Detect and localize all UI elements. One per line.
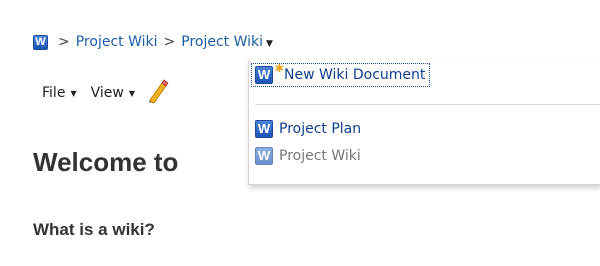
menu-divider <box>255 104 600 105</box>
chevron-down-icon: ▼ <box>266 39 273 49</box>
file-menu-label: File <box>42 85 66 101</box>
new-wiki-document-label: New Wiki Document <box>284 67 426 83</box>
page-heading: Welcome to <box>33 147 179 177</box>
menu-item-label: Project Wiki <box>279 148 361 164</box>
new-star-icon: ✱ <box>274 62 284 75</box>
menu-item-project-plan[interactable]: W Project Plan <box>255 118 361 140</box>
new-document-icon: W ✱ <box>255 62 284 84</box>
caret-down-icon: ▼ <box>128 88 135 98</box>
wiki-page-icon: W <box>255 147 273 165</box>
breadcrumb-separator: > <box>163 34 176 50</box>
breadcrumb-current-page-menu[interactable]: Project Wiki ▼ <box>181 34 273 50</box>
breadcrumb-separator: > <box>58 34 70 50</box>
edit-pencil-icon[interactable] <box>147 78 169 108</box>
page-subheading: What is a wiki? <box>33 220 155 239</box>
breadcrumb: W > Project Wiki > Project Wiki ▼ <box>33 32 273 52</box>
breadcrumb-current-label: Project Wiki <box>181 34 264 50</box>
file-menu[interactable]: File ▼ <box>42 85 77 101</box>
view-menu[interactable]: View ▼ <box>91 85 135 101</box>
site-w-icon[interactable]: W <box>33 34 48 50</box>
new-wiki-document-item[interactable]: W ✱ New Wiki Document <box>250 62 431 87</box>
caret-down-icon: ▼ <box>70 88 77 98</box>
menu-item-project-wiki[interactable]: W Project Wiki <box>255 145 361 167</box>
wiki-page-icon: W <box>255 120 273 138</box>
view-menu-label: View <box>90 85 124 101</box>
breadcrumb-project-wiki[interactable]: Project Wiki <box>76 34 158 50</box>
menu-item-label: Project Plan <box>279 121 362 137</box>
wiki-w-icon: W <box>255 66 273 84</box>
toolbar: File ▼ View ▼ <box>42 79 169 104</box>
page-switcher-dropdown: W ✱ New Wiki Document W Project Plan W P… <box>248 60 600 185</box>
